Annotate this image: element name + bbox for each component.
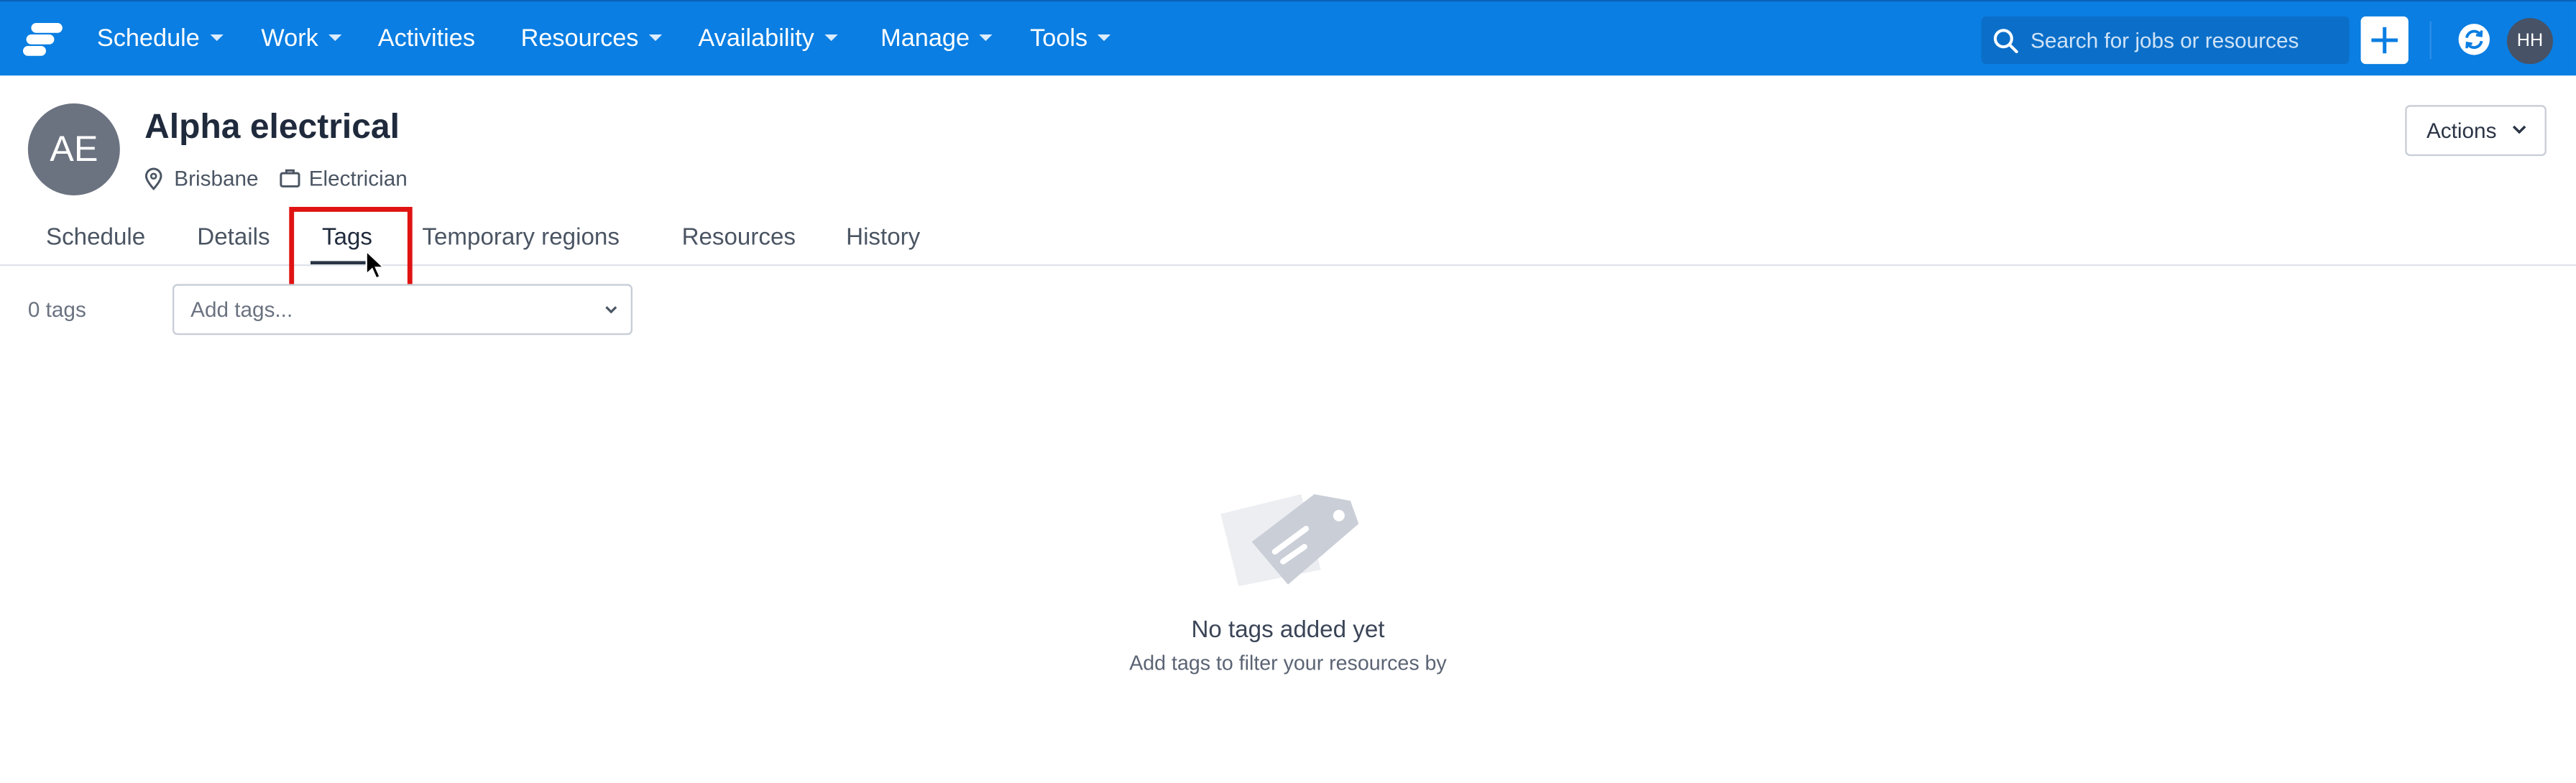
add-tags-select[interactable]: Add tags... [172,284,632,335]
actions-button[interactable]: Actions [2405,105,2547,157]
topbar-divider [2429,21,2432,60]
page-title: Alpha electrical [144,108,400,147]
nav-activities-label: Activities [377,24,475,53]
resource-avatar: AE [27,103,120,195]
add-tags-placeholder: Add tags... [190,297,293,322]
tag-count: 0 tags [27,297,86,322]
nav-manage-label: Manage [880,24,970,53]
highlight-box [289,206,413,292]
resource-location-label: Brisbane [174,165,259,191]
caret-down-icon [979,34,993,42]
actions-button-label: Actions [2426,118,2497,143]
tab-details[interactable]: Details [197,225,270,251]
sync-icon[interactable] [2457,23,2490,56]
search-input[interactable] [2030,16,2343,65]
empty-state-subtitle: Add tags to filter your resources by [1129,652,1447,675]
search-icon [1993,29,2018,54]
nav-manage[interactable]: Manage [880,1,993,77]
caret-down-icon [648,34,662,42]
nav-schedule[interactable]: Schedule [97,1,223,77]
tab-temporary-regions[interactable]: Temporary regions [422,225,619,251]
nav-availability-label: Availability [698,24,814,53]
plus-icon [2371,27,2398,54]
chevron-down-icon [2512,125,2526,134]
tag-icon [1220,494,1359,586]
tab-resources[interactable]: Resources [682,225,796,251]
nav-resources-label: Resources [520,24,639,53]
caret-down-icon [209,34,223,42]
nav-schedule-label: Schedule [96,24,200,53]
nav-work[interactable]: Work [261,1,341,77]
resource-role-label: Electrician [308,165,408,191]
create-new-button[interactable] [2360,16,2409,65]
nav-tools[interactable]: Tools [1030,1,1111,77]
nav-work-label: Work [261,24,318,53]
tab-history[interactable]: History [846,225,920,251]
global-search[interactable] [1981,16,2350,65]
mouse-cursor-icon [365,249,386,279]
location-pin-icon [144,167,162,191]
chevron-down-icon [605,306,617,314]
app-logo[interactable] [22,22,64,57]
caret-down-icon [1097,34,1111,42]
nav-activities[interactable]: Activities [378,1,475,77]
caret-down-icon [328,34,341,42]
user-avatar[interactable]: HH [2506,18,2553,65]
nav-tools-label: Tools [1030,24,1088,53]
empty-state-title: No tags added yet [1191,617,1385,644]
top-navigation-bar: Schedule Work Activities Resources Avail… [0,0,2576,77]
tab-schedule[interactable]: Schedule [46,225,145,251]
nav-availability[interactable]: Availability [698,1,837,77]
caret-down-icon [824,34,837,42]
nav-resources[interactable]: Resources [521,1,662,77]
briefcase-icon [280,169,300,187]
